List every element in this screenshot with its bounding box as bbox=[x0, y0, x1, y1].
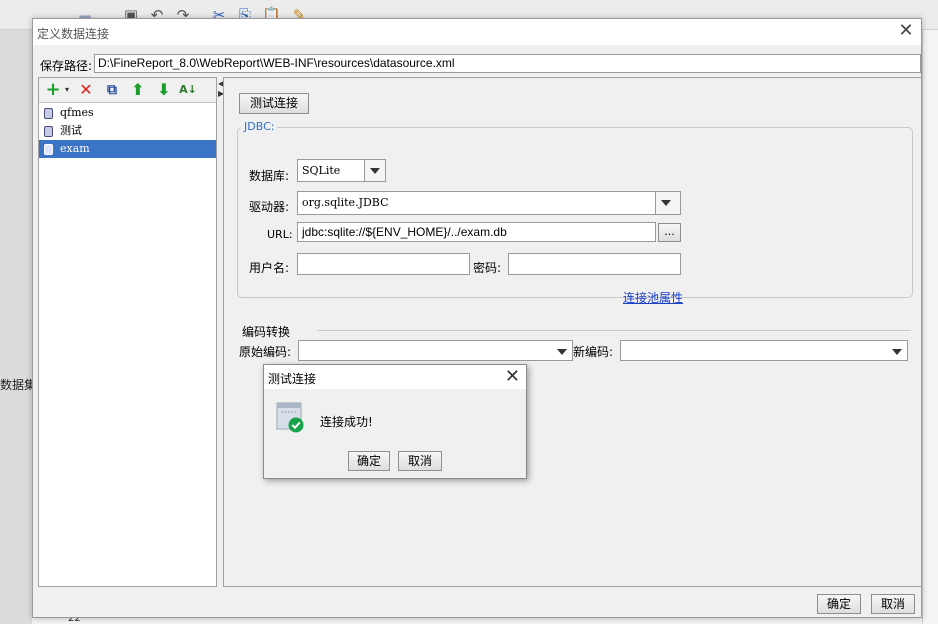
dialog-titlebar: 定义数据连接 ✕ bbox=[33, 19, 921, 45]
connection-settings-pane: 测试连接 JDBC: 数据库: SQLite 驱动器: org.sqlite.J… bbox=[223, 77, 922, 587]
move-up-icon[interactable]: ⬆ bbox=[129, 81, 147, 99]
url-browse-button[interactable]: ... bbox=[658, 223, 681, 242]
original-encoding-select[interactable] bbox=[298, 340, 573, 361]
save-path-label: 保存路径: bbox=[40, 59, 93, 73]
sort-icon[interactable]: A↓ bbox=[179, 81, 197, 99]
database-value: SQLite bbox=[302, 164, 341, 177]
list-item[interactable]: 测试 bbox=[39, 122, 216, 140]
close-icon[interactable]: ✕ bbox=[895, 21, 917, 43]
popup-title: 测试连接 bbox=[268, 372, 317, 386]
popup-message: 连接成功! bbox=[320, 415, 373, 429]
popup-ok-button[interactable]: 确定 bbox=[348, 451, 390, 471]
chevron-down-icon[interactable] bbox=[552, 341, 572, 360]
driver-select[interactable]: org.sqlite.JDBC bbox=[297, 191, 681, 215]
jdbc-group-label: JDBC: bbox=[241, 120, 278, 133]
password-input[interactable] bbox=[508, 253, 681, 275]
popup-cancel-button[interactable]: 取消 bbox=[398, 451, 442, 471]
copy-icon[interactable]: ⧉ bbox=[103, 81, 121, 99]
define-data-connection-dialog: 定义数据连接 ✕ 保存路径: D:\FineReport_8.0\WebRepo… bbox=[32, 18, 922, 618]
database-select[interactable]: SQLite bbox=[297, 159, 386, 182]
username-label: 用户名: bbox=[249, 261, 290, 275]
database-icon bbox=[44, 126, 53, 137]
connection-name: qfmes bbox=[60, 106, 94, 119]
cancel-button[interactable]: 取消 bbox=[871, 594, 915, 614]
encoding-divider bbox=[317, 330, 911, 331]
ok-button[interactable]: 确定 bbox=[817, 594, 861, 614]
connection-name: 测试 bbox=[60, 124, 82, 137]
original-encoding-label: 原始编码: bbox=[239, 345, 292, 359]
connection-list: qfmes 测试 exam bbox=[39, 104, 216, 158]
database-label: 数据库: bbox=[249, 169, 290, 183]
connection-name: exam bbox=[60, 142, 90, 155]
username-input[interactable] bbox=[297, 253, 470, 275]
chevron-down-icon[interactable] bbox=[887, 341, 907, 360]
driver-value: org.sqlite.JDBC bbox=[302, 196, 389, 209]
test-connection-button[interactable]: 测试连接 bbox=[239, 93, 309, 114]
new-encoding-select[interactable] bbox=[620, 340, 908, 361]
dataset-tab[interactable]: 数据集 bbox=[0, 376, 36, 393]
new-encoding-label: 新编码: bbox=[573, 345, 614, 359]
test-connection-popup: 测试连接 ✕ 连接成功! 确定 取消 bbox=[263, 364, 527, 479]
delete-icon[interactable]: ✕ bbox=[77, 81, 95, 99]
connection-pool-properties-link[interactable]: 连接池属性 bbox=[623, 289, 683, 306]
encoding-group-label: 编码转换 bbox=[242, 325, 291, 339]
add-dropdown-icon[interactable]: ▾ bbox=[58, 81, 76, 99]
move-down-icon[interactable]: ⬇ bbox=[155, 81, 173, 99]
save-path-input[interactable]: D:\FineReport_8.0\WebReport\WEB-INF\reso… bbox=[94, 54, 921, 73]
password-label: 密码: bbox=[473, 261, 502, 275]
connection-list-pane: + ▾ ✕ ⧉ ⬆ ⬇ A↓ qfmes 测试 exam bbox=[38, 77, 217, 587]
url-input[interactable]: jdbc:sqlite://${ENV_HOME}/../exam.db bbox=[297, 222, 656, 242]
background-left-panel: 数据集 bbox=[0, 30, 36, 624]
chevron-down-icon[interactable] bbox=[364, 160, 385, 181]
url-label: URL: bbox=[267, 228, 293, 241]
driver-label: 驱动器: bbox=[249, 200, 290, 214]
success-check-icon bbox=[276, 402, 304, 433]
list-item-selected[interactable]: exam bbox=[39, 140, 216, 158]
chevron-down-icon[interactable] bbox=[655, 192, 680, 214]
connection-list-toolbar: + ▾ ✕ ⧉ ⬆ ⬇ A↓ bbox=[39, 78, 216, 103]
database-icon bbox=[44, 144, 53, 155]
list-item[interactable]: qfmes bbox=[39, 104, 216, 122]
popup-titlebar: 测试连接 ✕ bbox=[264, 365, 526, 389]
database-icon bbox=[44, 108, 53, 119]
close-icon[interactable]: ✕ bbox=[505, 366, 520, 387]
background-right-panel bbox=[922, 30, 938, 624]
dialog-title: 定义数据连接 bbox=[37, 27, 110, 41]
